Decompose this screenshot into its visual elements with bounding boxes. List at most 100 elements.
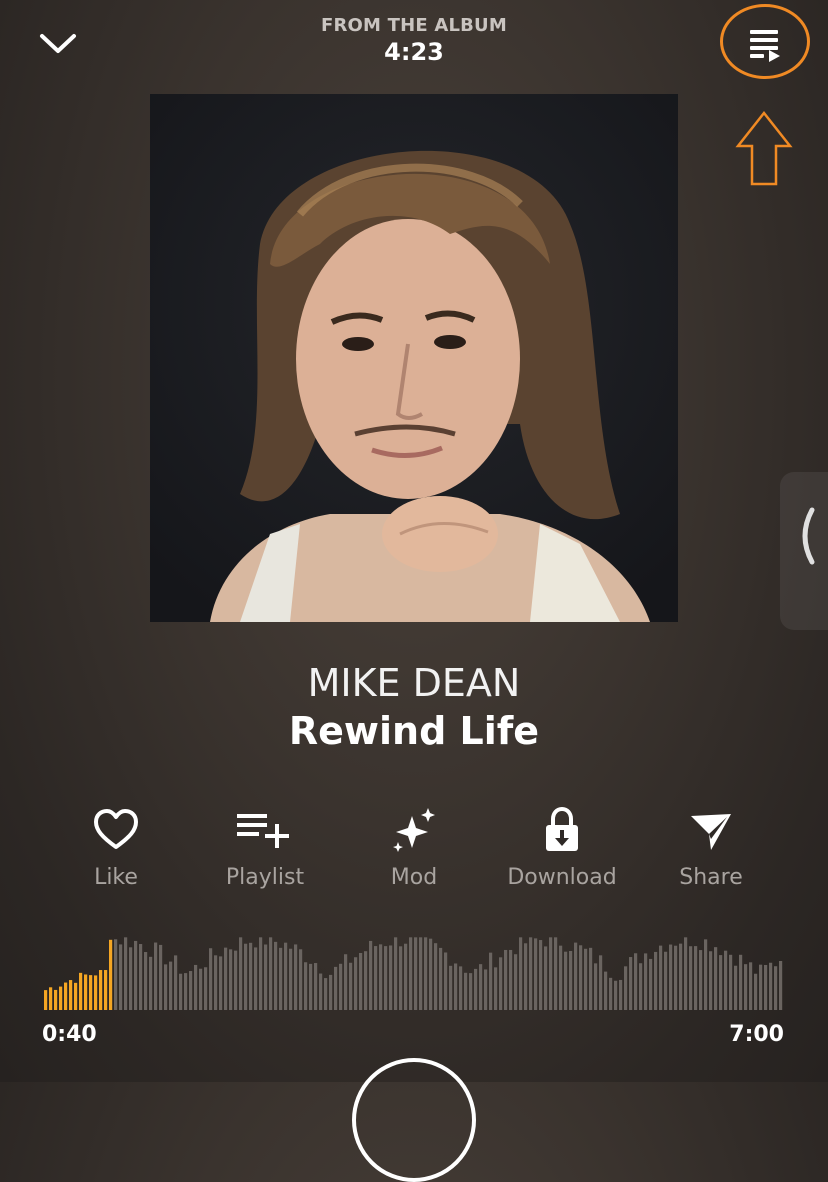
waveform-bar [764,964,768,1010]
waveform-bar [579,945,583,1010]
waveform-bar [114,939,118,1010]
waveform-bar [79,972,83,1010]
waveform-bar [774,966,778,1010]
waveform-bar [649,958,653,1010]
waveform-bar [209,948,213,1010]
share-button[interactable]: Share [641,806,781,892]
waveform-bar [189,971,193,1010]
waveform-bar [54,989,58,1010]
waveform-bar [159,944,163,1010]
artist-name[interactable]: MIKE DEAN [0,660,828,706]
waveform-bar [514,954,518,1010]
waveform-bar [519,937,523,1010]
waveform-bar [689,946,693,1010]
waveform-bar [344,954,348,1010]
waveform-bar [624,966,628,1010]
waveform-bar [659,945,663,1010]
playlist-label: Playlist [225,865,305,890]
waveform-bar [709,951,713,1010]
annotation-arrow-icon [735,110,793,186]
waveform-bar [464,972,468,1010]
waveform-bar [309,963,313,1010]
waveform-bar [259,937,263,1010]
waveform-bar [729,954,733,1010]
waveform-bar [554,937,558,1010]
waveform-bar [559,945,563,1010]
waveform-bar [669,944,673,1010]
annotation-circle [720,4,810,79]
send-icon [691,814,731,850]
waveform-bar [424,937,428,1010]
waveform-bar [74,982,78,1010]
sparkle-icon [393,808,435,852]
waveform-bar [529,937,533,1010]
waveform-bar [434,943,438,1010]
waveform-bar [504,949,508,1010]
waveform-bar [399,946,403,1010]
add-to-playlist-button[interactable]: Playlist [195,806,335,892]
waveform-bar [134,940,138,1010]
waveform-bar [314,963,318,1010]
waveform-bar [634,953,638,1010]
waveform-bar [644,953,648,1010]
waveform-bar [749,962,753,1010]
waveform-bar [604,971,608,1010]
waveform-bar [769,962,773,1010]
waveform-bar [234,950,238,1010]
heart-icon [94,809,138,849]
waveform-bar [64,982,68,1010]
total-time: 7:00 [729,1022,784,1047]
waveform-bar [334,966,338,1010]
waveform-bar [639,963,643,1010]
waveform-bar [479,964,483,1010]
waveform-bar [339,963,343,1010]
track-title: Rewind Life [288,709,540,753]
waveform-bar [249,942,253,1010]
waveform-bar [609,977,613,1010]
playlist-add-icon [237,814,289,848]
waveform-bar [629,957,633,1010]
waveform-bar [244,943,248,1010]
waveform-bar [599,955,603,1010]
mod-button[interactable]: Mod [344,806,484,892]
download-button[interactable]: Download [492,806,632,892]
waveform-bar [539,940,543,1010]
waveform-bar [274,941,278,1010]
waveform-bar [549,937,553,1010]
waveform-bar [654,951,658,1010]
waveform-bar [379,944,383,1010]
waveform-bar [474,968,478,1010]
like-button[interactable]: Like [46,806,186,892]
waveform-bar [759,964,763,1010]
chevron-down-icon [40,34,76,53]
waveform-bar [89,975,93,1010]
waveform-bar [284,942,288,1010]
album-context: FROM THE ALBUM 4:23 [214,14,614,66]
waveform-bar [594,963,598,1010]
waveform-bar [219,956,223,1010]
waveform-bar [499,957,503,1010]
action-bar: Like Playlist Mod Download Share [0,806,828,906]
waveform-bar [589,947,593,1010]
side-panel-handle[interactable] [780,472,828,630]
waveform-bar [484,969,488,1010]
waveform-bar [124,937,128,1010]
waveform-bar [119,944,123,1010]
waveform-bar [144,952,148,1010]
waveform-bar [269,937,273,1010]
waveform-bar [154,942,158,1010]
waveform-scrubber[interactable] [44,920,784,1010]
waveform-bar [679,943,683,1010]
mod-label: Mod [390,865,438,890]
waveform-bar [49,987,53,1010]
waveform-bar [299,949,303,1010]
waveform-bar [394,937,398,1010]
waveform-bar [574,942,578,1010]
waveform-bar [229,949,233,1010]
waveform-bar [319,973,323,1010]
waveform-bar [564,951,568,1010]
collapse-button[interactable] [36,26,80,62]
play-pause-button[interactable] [352,1058,476,1182]
header-duration: 4:23 [384,38,444,66]
waveform-bar [279,947,283,1010]
